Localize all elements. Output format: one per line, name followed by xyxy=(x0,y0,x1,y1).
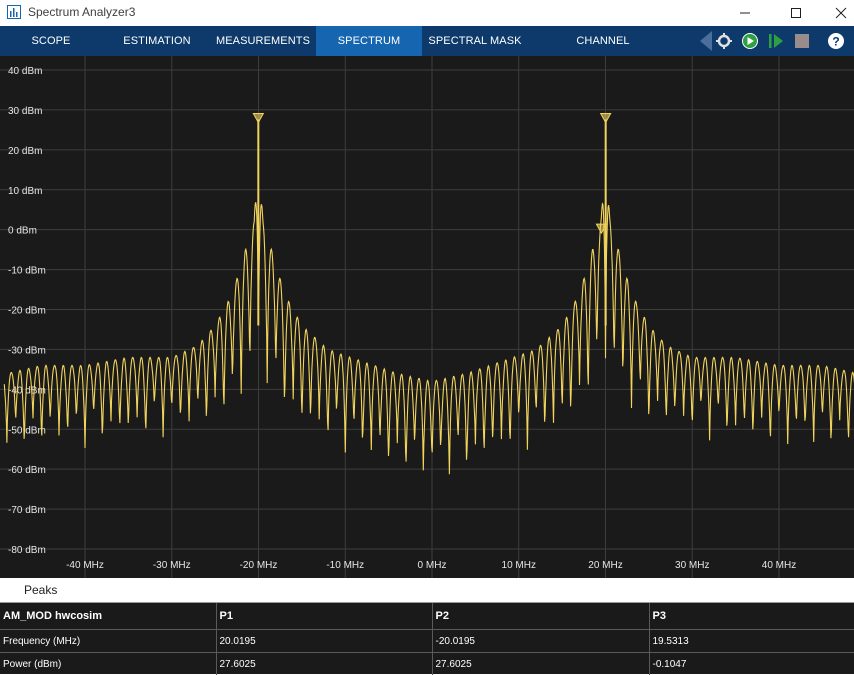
minimize-button[interactable] xyxy=(722,0,768,26)
y-tick-label: -70 dBm xyxy=(8,505,46,516)
table-row: Frequency (MHz) 20.0195 -20.0195 19.5313 xyxy=(0,630,854,653)
settings-icon[interactable] xyxy=(712,26,736,56)
x-tick-label: 10 MHz xyxy=(502,560,536,571)
peaks-row-label: Power (dBm) xyxy=(0,653,216,675)
maximize-icon xyxy=(790,7,802,19)
window-titlebar: Spectrum Analyzer3 xyxy=(0,0,854,26)
peaks-cell: -0.1047 xyxy=(649,653,854,675)
tab-spectral-mask[interactable]: SPECTRAL MASK xyxy=(426,26,524,56)
x-tick-label: -30 MHz xyxy=(153,560,191,571)
peaks-cell: -20.0195 xyxy=(432,630,649,653)
minimize-icon xyxy=(739,7,751,19)
window-title: Spectrum Analyzer3 xyxy=(28,5,135,19)
toolbar-icon-strip: ? xyxy=(696,26,854,56)
stop-icon[interactable] xyxy=(790,26,814,56)
spectrum-plot[interactable]: 40 dBm 30 dBm 20 dBm 10 dBm 0 dBm -10 dBm -20 … xyxy=(0,56,854,578)
peaks-panel-title: Peaks xyxy=(24,583,57,597)
y-tick-label: 10 dBm xyxy=(8,186,42,197)
y-tick-label: -80 dBm xyxy=(8,545,46,556)
x-tick-label: 20 MHz xyxy=(588,560,622,571)
peaks-cell: 19.5313 xyxy=(649,630,854,653)
svg-text:?: ? xyxy=(832,35,839,49)
help-icon[interactable]: ? xyxy=(824,26,848,56)
peaks-table: AM_MOD hwcosim P1 P2 P3 Frequency (MHz) … xyxy=(0,603,854,675)
peaks-panel-header: Peaks xyxy=(0,578,854,603)
x-tick-label: -20 MHz xyxy=(240,560,278,571)
close-icon xyxy=(835,7,847,19)
run-icon[interactable] xyxy=(738,26,762,56)
y-tick-label: -20 dBm xyxy=(8,306,46,317)
peaks-cell: 27.6025 xyxy=(432,653,649,675)
tab-scope[interactable]: SCOPE xyxy=(0,26,102,56)
y-tick-label: 30 dBm xyxy=(8,106,42,117)
table-row: Power (dBm) 27.6025 27.6025 -0.1047 xyxy=(0,653,854,675)
spectrum-trace xyxy=(4,202,854,474)
x-tick-label: 30 MHz xyxy=(675,560,709,571)
peak-marker xyxy=(253,113,263,122)
peaks-header-cell: P1 xyxy=(216,603,432,630)
peaks-cell: 20.0195 xyxy=(216,630,432,653)
maximize-button[interactable] xyxy=(773,0,819,26)
y-tick-label: -10 dBm xyxy=(8,266,46,277)
close-button[interactable] xyxy=(818,0,854,26)
peaks-table-panel: AM_MOD hwcosim P1 P2 P3 Frequency (MHz) … xyxy=(0,603,854,674)
peak-marker xyxy=(601,113,611,122)
x-tick-label: -40 MHz xyxy=(66,560,104,571)
tab-measurements[interactable]: MEASUREMENTS xyxy=(212,26,314,56)
spectrum-analyzer-app-icon xyxy=(7,5,21,19)
y-tick-label: -50 dBm xyxy=(8,425,46,436)
peaks-row-label: Frequency (MHz) xyxy=(0,630,216,653)
y-tick-label: -30 dBm xyxy=(8,345,46,356)
y-tick-label: 40 dBm xyxy=(8,66,42,77)
spectrum-chart[interactable]: 40 dBm 30 dBm 20 dBm 10 dBm 0 dBm -10 dBm -20 … xyxy=(0,56,854,578)
peaks-table-header-row: AM_MOD hwcosim P1 P2 P3 xyxy=(0,603,854,630)
peaks-cell: 27.6025 xyxy=(216,653,432,675)
step-forward-icon[interactable] xyxy=(764,26,788,56)
x-tick-label: -10 MHz xyxy=(326,560,364,571)
tab-estimation[interactable]: ESTIMATION xyxy=(106,26,208,56)
x-tick-label: 40 MHz xyxy=(762,560,796,571)
y-tick-label: 0 dBm xyxy=(8,226,37,237)
tab-spectrum[interactable]: SPECTRUM xyxy=(316,26,422,56)
peaks-header-cell: P2 xyxy=(432,603,649,630)
x-tick-label: 0 MHz xyxy=(418,560,447,571)
tab-channel-measurements[interactable]: CHANNEL MEASUREMENTS xyxy=(528,26,678,56)
peaks-header-cell: P3 xyxy=(649,603,854,630)
peaks-header-cell: AM_MOD hwcosim xyxy=(0,603,216,630)
y-tick-label: 20 dBm xyxy=(8,146,42,157)
y-tick-label: -60 dBm xyxy=(8,465,46,476)
